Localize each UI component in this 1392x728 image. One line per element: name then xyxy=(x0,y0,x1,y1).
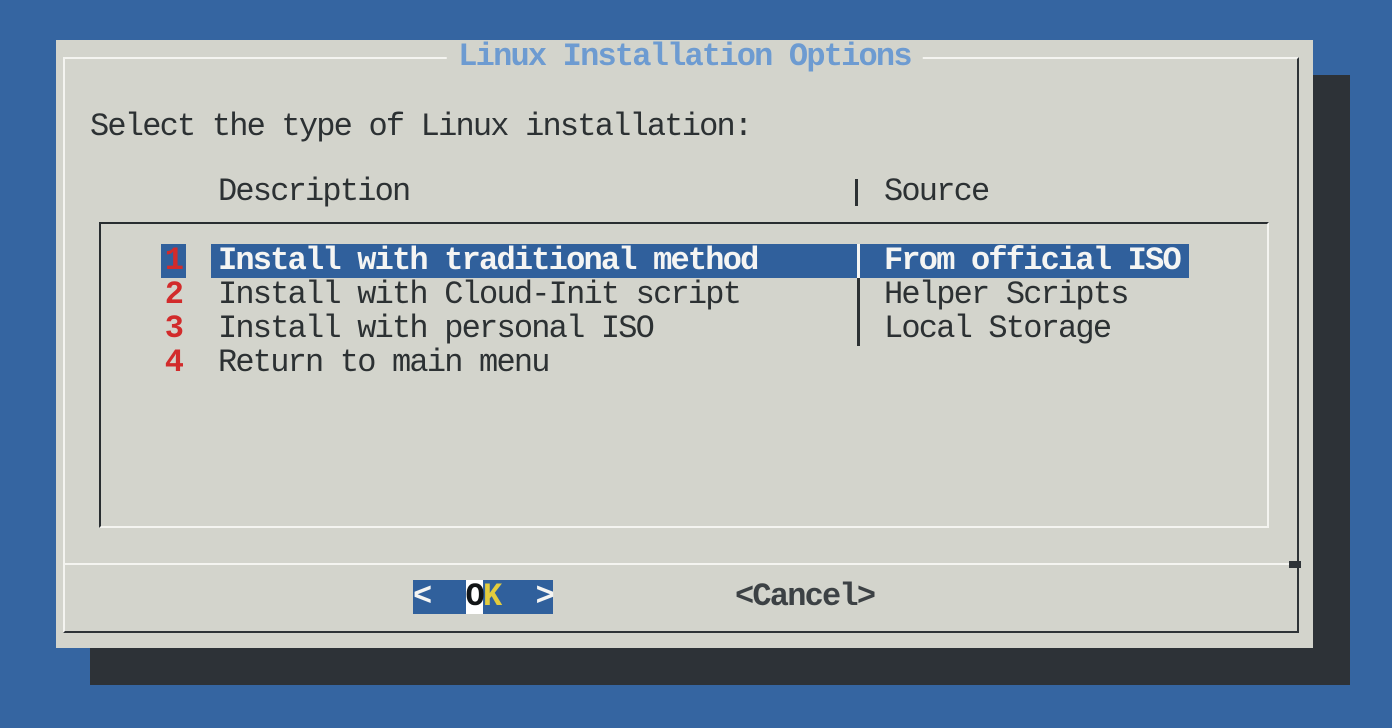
menu-item-tag: 4 xyxy=(161,346,186,380)
menu-item-description: Install with personal ISO xyxy=(218,312,653,346)
column-header-row: Description Source xyxy=(56,175,1313,209)
menu-item-description: Install with Cloud-Init script xyxy=(218,278,740,312)
dialog-title: Linux Installation Options xyxy=(446,40,922,74)
cancel-button[interactable]: <Cancel> xyxy=(735,580,874,614)
ok-cursor-char: O xyxy=(466,580,484,614)
menu-item-personal-iso-install[interactable]: 3 Install with personal ISO Local Storag… xyxy=(101,312,1267,346)
ok-open-bracket: < xyxy=(413,580,431,614)
menu-item-cloud-init-install[interactable]: 2 Install with Cloud-Init script Helper … xyxy=(101,278,1267,312)
linux-installation-dialog: Linux Installation Options Select the ty… xyxy=(56,40,1313,648)
column-separator xyxy=(857,278,860,312)
ok-pad xyxy=(518,580,536,614)
menu-listbox: 1 Install with traditional method From o… xyxy=(99,222,1269,528)
dialog-message: Select the type of Linux installation: xyxy=(90,110,751,144)
button-area-separator-cap xyxy=(1289,561,1301,568)
column-separator xyxy=(855,179,858,206)
ok-close-bracket: > xyxy=(536,580,554,614)
menu-item-source: From official ISO xyxy=(884,244,1180,278)
column-separator xyxy=(857,244,860,278)
ok-pad xyxy=(448,580,466,614)
button-area-separator xyxy=(65,563,1297,565)
menu-item-tag: 2 xyxy=(161,278,186,312)
menu-item-source: Helper Scripts xyxy=(884,278,1128,312)
menu-item-source: Local Storage xyxy=(884,312,1110,346)
menu-item-description: Install with traditional method xyxy=(218,244,758,278)
menu-item-description: Return to main menu xyxy=(218,346,549,380)
ok-button[interactable]: < O K > xyxy=(413,580,553,614)
menu-item-traditional-install[interactable]: 1 Install with traditional method From o… xyxy=(101,244,1267,278)
terminal-screen: Linux Installation Options Select the ty… xyxy=(0,0,1392,728)
description-column-header: Description xyxy=(218,175,409,209)
ok-hotkey-char: K xyxy=(483,580,501,614)
ok-pad xyxy=(501,580,519,614)
ok-pad xyxy=(431,580,449,614)
column-separator xyxy=(857,312,860,346)
source-column-header: Source xyxy=(884,175,988,209)
menu-item-tag: 1 xyxy=(161,244,186,278)
menu-item-tag: 3 xyxy=(161,312,186,346)
menu-item-return-main-menu[interactable]: 4 Return to main menu xyxy=(101,346,1267,380)
